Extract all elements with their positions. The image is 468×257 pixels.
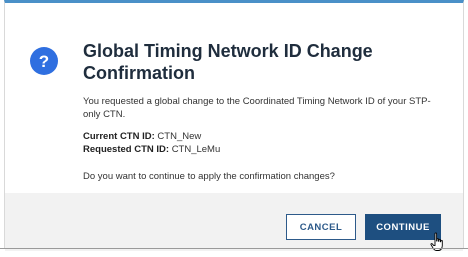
dialog-body: ? Global Timing Network ID Change Confir… — [5, 3, 463, 193]
requested-ctn-id-value: CTN_LeMu — [171, 144, 221, 155]
svg-text:?: ? — [39, 52, 49, 70]
bottom-divider — [0, 248, 468, 249]
dialog-question: Do you want to continue to apply the con… — [83, 171, 335, 182]
requested-ctn-id: Requested CTN ID: CTN_LeMu — [83, 143, 443, 156]
hand-pointer-icon — [430, 232, 446, 252]
current-ctn-id-value: CTN_New — [157, 131, 202, 142]
requested-ctn-id-label: Requested CTN ID: — [83, 144, 170, 155]
dialog-title: Global Timing Network ID Change Confirma… — [83, 41, 373, 83]
dialog-intro-text: You requested a global change to the Coo… — [83, 96, 431, 120]
confirmation-dialog: ? Global Timing Network ID Change Confir… — [4, 0, 464, 251]
current-ctn-id: Current CTN ID: CTN_New — [83, 130, 443, 143]
help-icon: ? — [30, 47, 58, 75]
cancel-button[interactable]: CANCEL — [286, 214, 356, 240]
current-ctn-id-label: Current CTN ID: — [83, 131, 155, 142]
